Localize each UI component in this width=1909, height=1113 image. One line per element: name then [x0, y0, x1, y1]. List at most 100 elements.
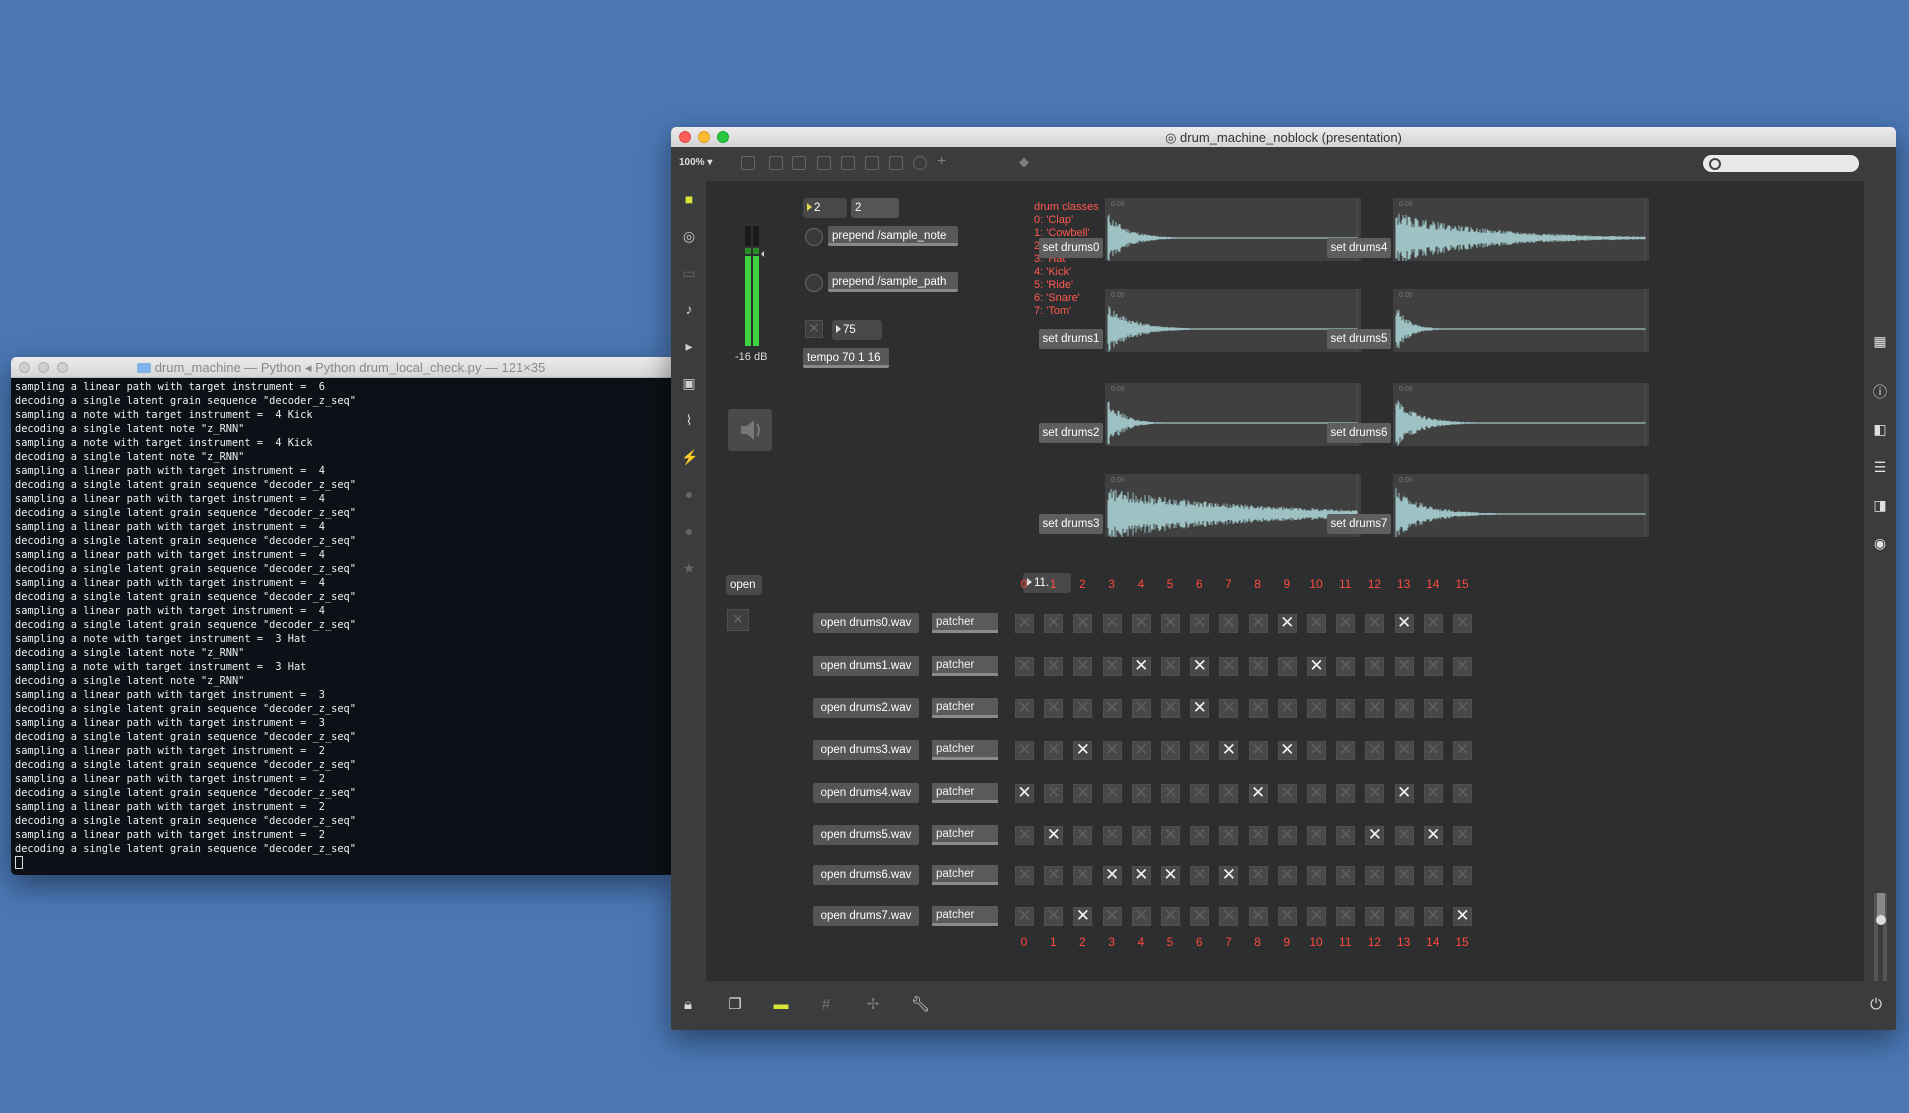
- step-cell-on[interactable]: ✕: [1394, 614, 1414, 633]
- terminal-output[interactable]: sampling a linear path with target instr…: [11, 378, 671, 873]
- step-cell-on[interactable]: ✕: [1131, 657, 1151, 676]
- set-drums-button[interactable]: set drums5: [1327, 329, 1391, 349]
- step-cell-off[interactable]: ✕: [1453, 784, 1472, 803]
- set-drums-button[interactable]: set drums6: [1327, 423, 1391, 443]
- step-cell-off[interactable]: ✕: [1307, 907, 1326, 926]
- number-box-a[interactable]: 2: [803, 198, 847, 218]
- step-cell-off[interactable]: ✕: [1190, 826, 1210, 845]
- step-cell-off[interactable]: ✕: [1277, 826, 1297, 845]
- step-cell-off[interactable]: ✕: [1131, 699, 1151, 718]
- step-cell-on[interactable]: ✕: [1161, 866, 1180, 885]
- step-cell-off[interactable]: ✕: [1365, 699, 1385, 718]
- step-cell-off[interactable]: ✕: [1190, 614, 1210, 633]
- step-cell-off[interactable]: ✕: [1044, 614, 1064, 633]
- open-drums-button[interactable]: open drums6.wav: [813, 865, 919, 885]
- open-drums-button[interactable]: open drums7.wav: [813, 906, 919, 926]
- step-cell-off[interactable]: ✕: [1190, 741, 1210, 760]
- terminal-titlebar[interactable]: drum_machine — Python ◂ Python drum_loca…: [11, 357, 671, 378]
- book-icon[interactable]: ◧: [1872, 421, 1888, 437]
- patcher-object[interactable]: patcher: [932, 613, 998, 633]
- step-cell-on[interactable]: ✕: [1190, 699, 1210, 718]
- step-cell-off[interactable]: ✕: [1394, 741, 1414, 760]
- panel-icon[interactable]: ▭: [681, 265, 697, 281]
- step-cell-off[interactable]: ✕: [1365, 657, 1385, 676]
- step-cell-off[interactable]: ✕: [1073, 657, 1093, 676]
- media-icon[interactable]: ▸: [681, 338, 697, 354]
- set-drums-button[interactable]: set drums3: [1039, 514, 1103, 534]
- step-cell-off[interactable]: ✕: [1307, 784, 1326, 803]
- patcher-object[interactable]: patcher: [932, 865, 998, 885]
- open-drums-button[interactable]: open drums2.wav: [813, 698, 919, 718]
- step-cell-off[interactable]: ✕: [1161, 907, 1180, 926]
- step-cell-off[interactable]: ✕: [1307, 741, 1326, 760]
- step-cell-off[interactable]: ✕: [1044, 866, 1064, 885]
- bang-path[interactable]: [805, 274, 823, 292]
- patcher-object[interactable]: patcher: [932, 783, 998, 803]
- step-cell-off[interactable]: ✕: [1394, 826, 1414, 845]
- step-cell-off[interactable]: ✕: [1336, 784, 1356, 803]
- step-cell-off[interactable]: ✕: [1423, 699, 1443, 718]
- terminal-window[interactable]: drum_machine — Python ◂ Python drum_loca…: [11, 357, 671, 875]
- step-cell-on[interactable]: ✕: [1365, 826, 1385, 845]
- step-cell-off[interactable]: ✕: [1190, 907, 1210, 926]
- patcher-object[interactable]: patcher: [932, 698, 998, 718]
- info-icon[interactable]: ⓘ: [1872, 384, 1888, 400]
- step-cell-off[interactable]: ✕: [1102, 699, 1122, 718]
- waveform-display[interactable]: 0.00: [1105, 289, 1361, 352]
- step-cell-off[interactable]: ✕: [1044, 741, 1064, 760]
- prepend-note-message[interactable]: prepend /sample_note: [828, 226, 958, 246]
- camera-icon[interactable]: ◉: [1872, 535, 1888, 551]
- step-cell-off[interactable]: ✕: [1423, 784, 1443, 803]
- step-cell-off[interactable]: ✕: [1394, 699, 1414, 718]
- paint-bucket-icon[interactable]: ◆: [1019, 155, 1033, 170]
- grid-icon[interactable]: #: [817, 997, 835, 1013]
- number-icon[interactable]: [865, 156, 879, 170]
- step-cell-off[interactable]: ✕: [1423, 614, 1443, 633]
- step-cell-off[interactable]: ✕: [1336, 741, 1356, 760]
- wrench-icon[interactable]: 🔧︎: [911, 997, 930, 1013]
- dial-icon[interactable]: [913, 156, 927, 170]
- step-cell-on[interactable]: ✕: [1073, 741, 1093, 760]
- waveform-display[interactable]: 0.00: [1393, 474, 1649, 537]
- step-cell-off[interactable]: ✕: [1423, 741, 1443, 760]
- step-cell-off[interactable]: ✕: [1131, 784, 1151, 803]
- waveform-display[interactable]: 0.00: [1393, 198, 1649, 261]
- step-cell-off[interactable]: ✕: [1073, 699, 1093, 718]
- step-cell-off[interactable]: ✕: [1423, 866, 1443, 885]
- step-cell-off[interactable]: ✕: [1277, 784, 1297, 803]
- tempo-message[interactable]: tempo 70 1 16: [803, 348, 889, 368]
- power-icon[interactable]: ⏻: [1867, 997, 1885, 1013]
- step-cell-off[interactable]: ✕: [1307, 826, 1326, 845]
- step-cell-off[interactable]: ✕: [1131, 614, 1151, 633]
- step-cell-off[interactable]: ✕: [1365, 741, 1385, 760]
- step-cell-on[interactable]: ✕: [1307, 657, 1326, 676]
- step-cell-off[interactable]: ✕: [1102, 826, 1122, 845]
- step-cell-off[interactable]: ✕: [1015, 741, 1034, 760]
- zoom-menu[interactable]: 100% ▾: [679, 157, 712, 168]
- open-drums-button[interactable]: open drums3.wav: [813, 740, 919, 760]
- step-cell-off[interactable]: ✕: [1248, 907, 1268, 926]
- step-cell-on[interactable]: ✕: [1015, 784, 1034, 803]
- step-cell-off[interactable]: ✕: [1131, 741, 1151, 760]
- plugin-icon[interactable]: ⚡: [681, 449, 698, 465]
- step-cell-on[interactable]: ✕: [1102, 866, 1122, 885]
- image-icon[interactable]: ▣: [681, 375, 697, 391]
- search-field[interactable]: [1703, 155, 1859, 172]
- step-cell-off[interactable]: ✕: [1453, 699, 1472, 718]
- step-cell-off[interactable]: ✕: [1423, 907, 1443, 926]
- step-cell-on[interactable]: ✕: [1073, 907, 1093, 926]
- step-cell-off[interactable]: ✕: [1453, 826, 1472, 845]
- toggle-icon[interactable]: [817, 156, 831, 170]
- step-cell-off[interactable]: ✕: [1423, 657, 1443, 676]
- step-cell-off[interactable]: ✕: [1131, 907, 1151, 926]
- step-cell-off[interactable]: ✕: [1015, 826, 1034, 845]
- waveform-display[interactable]: 0.00: [1105, 474, 1361, 537]
- step-cell-on[interactable]: ✕: [1219, 866, 1239, 885]
- step-cell-off[interactable]: ✕: [1336, 614, 1356, 633]
- step-cell-off[interactable]: ✕: [1365, 614, 1385, 633]
- step-cell-off[interactable]: ✕: [1277, 699, 1297, 718]
- step-cell-off[interactable]: ✕: [1015, 657, 1034, 676]
- step-cell-off[interactable]: ✕: [1336, 826, 1356, 845]
- lock-icon[interactable]: 🔒︎: [679, 997, 697, 1013]
- waveform-display[interactable]: 0.00: [1105, 198, 1361, 261]
